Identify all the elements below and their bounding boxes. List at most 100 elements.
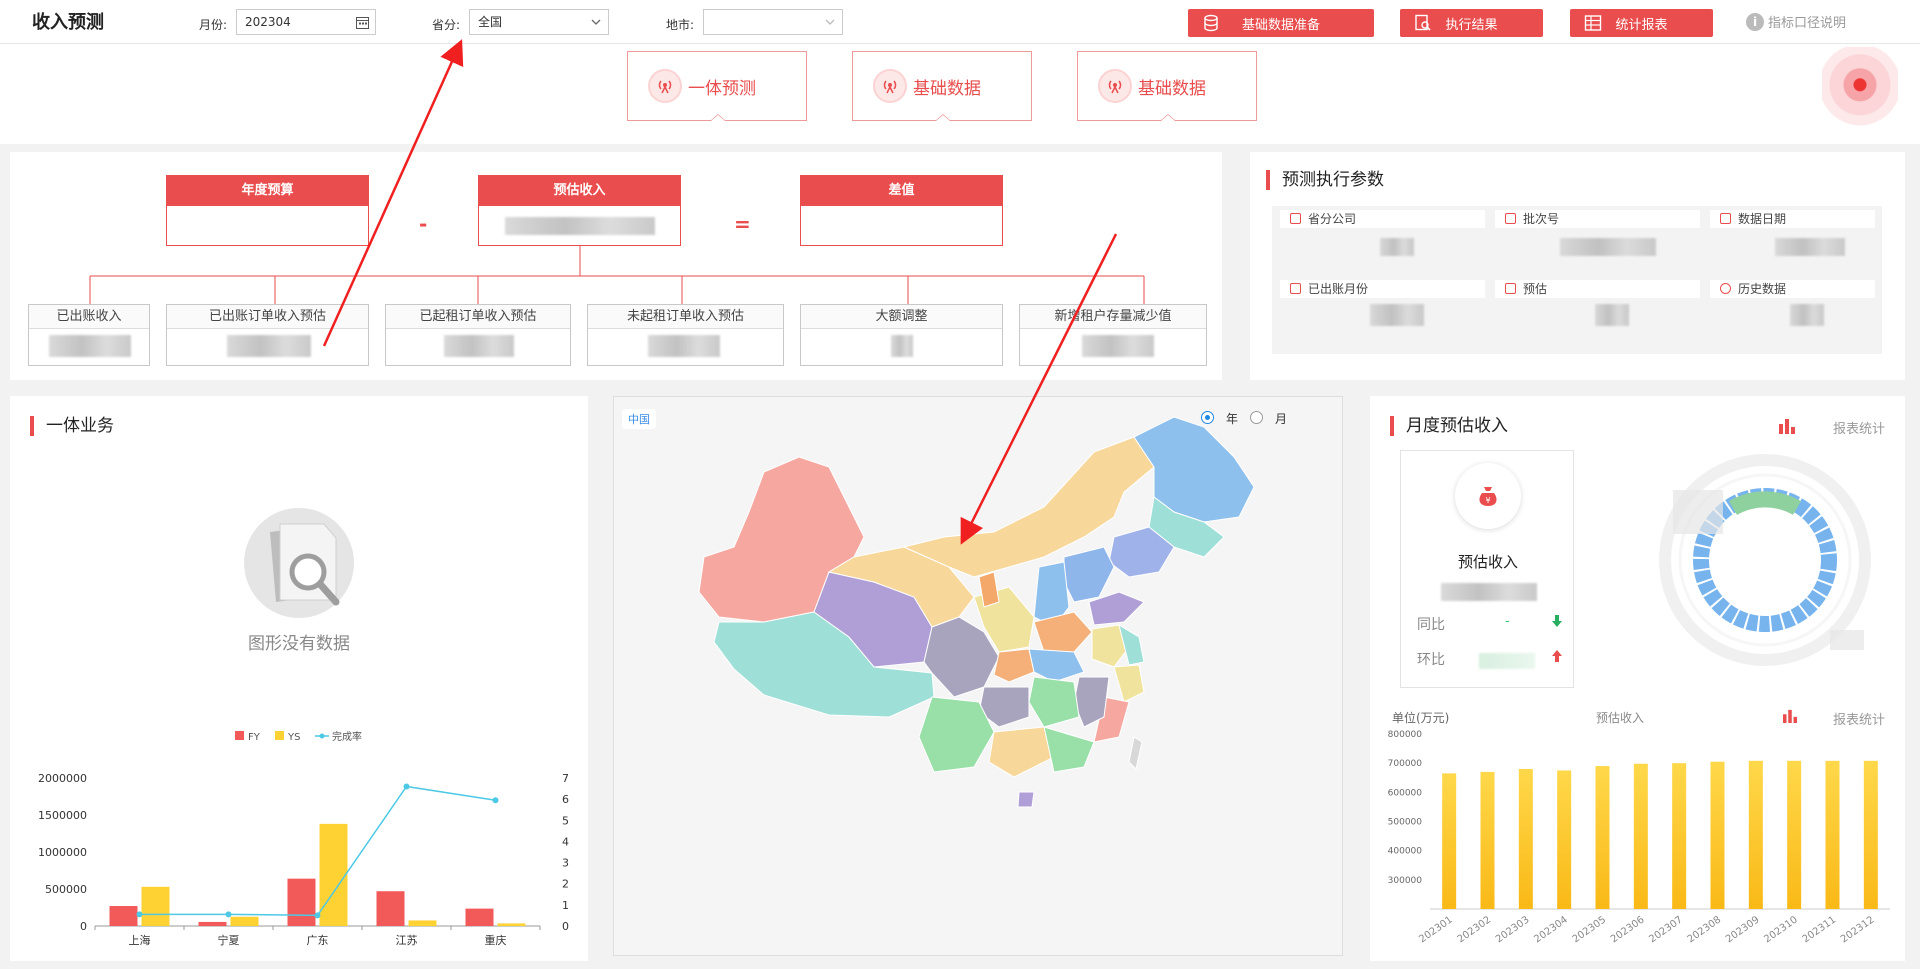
bar-ys [319, 823, 348, 926]
y-tick-label: 2000000 [38, 772, 87, 785]
calendar-icon [1290, 283, 1301, 294]
map-region [1043, 726, 1095, 773]
table-icon [1584, 14, 1602, 32]
param-billed-month: 已出账月份 [1280, 280, 1485, 298]
new-tenant-reduction-box: 新增租户存量减少值 [1019, 304, 1207, 366]
database-icon [1202, 14, 1220, 32]
yoy-value: - [1505, 614, 1510, 629]
rate-point [403, 783, 410, 790]
redacted-value [1441, 583, 1537, 601]
rate-point [492, 797, 499, 804]
redacted-value [1775, 238, 1845, 256]
y2-tick-label: 5 [562, 814, 569, 827]
indicator-help-link[interactable]: i 指标口径说明 [1746, 12, 1846, 31]
month-bar [1557, 770, 1572, 909]
tab-caret [935, 114, 951, 121]
month-bar [1825, 760, 1840, 909]
redacted-value [1370, 304, 1424, 326]
redacted-value [1560, 238, 1656, 256]
x-tick-label: 202303 [1494, 914, 1532, 945]
redacted-value [1082, 335, 1154, 357]
difference-title: 差值 [801, 176, 1002, 206]
month-field[interactable]: 202304 [236, 9, 376, 35]
execution-result-button[interactable]: 执行结果 [1400, 9, 1543, 37]
user-avatar[interactable] [1822, 47, 1898, 131]
donut-chart [1659, 454, 1871, 666]
leased-order-estimate-title: 已起租订单收入预估 [386, 305, 570, 329]
x-tick-label: 202308 [1686, 914, 1724, 945]
forecast-params-panel: 预测执行参数 省分公司 批次号 数据日期 已出账月份 预估 历史数据 [1250, 152, 1905, 380]
top-bar: 收入预测 月份: 202304 省分: 全国 地市: 基础数据准备 执行结果 统… [0, 0, 1920, 44]
bar-ys [408, 920, 437, 926]
redacted-value [227, 335, 311, 357]
annual-budget-box: 年度预算 [166, 175, 369, 246]
redacted-value [1595, 304, 1629, 326]
formula-panel: 年度预算 - 预估收入 = 差值 已出账收入 已出账订单收入预估 已起租订单收入… [10, 152, 1222, 380]
map-region [1113, 664, 1145, 703]
tab-integrated-forecast[interactable]: 一体预测 [627, 51, 807, 121]
city-select[interactable] [703, 9, 843, 35]
redacted-value [49, 335, 131, 357]
annual-budget-title: 年度预算 [167, 176, 368, 206]
tab-label: 基础数据 [913, 78, 981, 99]
unleased-order-estimate-title: 未起租订单收入预估 [588, 305, 783, 329]
statistics-report-button[interactable]: 统计报表 [1570, 9, 1713, 37]
bar-ys [230, 916, 259, 926]
info-icon: i [1746, 12, 1764, 31]
hash-icon [1505, 213, 1516, 224]
x-tick-label: 202309 [1724, 914, 1762, 945]
bar-fy [287, 878, 316, 926]
rate-point [314, 912, 321, 919]
report-stats-link[interactable]: 报表统计 [1833, 418, 1885, 437]
redacted-value [1380, 238, 1414, 256]
svg-text:¥: ¥ [1485, 496, 1490, 505]
billed-order-estimate-box: 已出账订单收入预估 [166, 304, 369, 366]
y-tick-label: 0 [80, 920, 87, 933]
radar-icon [648, 69, 682, 103]
map-region [1063, 546, 1115, 603]
tab-basic-data-2[interactable]: 基础数据 [1077, 51, 1257, 121]
y-tick-label: 800000 [1388, 730, 1423, 740]
month-bar [1518, 769, 1533, 909]
redacted-value [505, 217, 655, 235]
param-history-data: 历史数据 [1710, 280, 1875, 298]
x-tick-label: 宁夏 [218, 933, 240, 947]
y2-tick-label: 4 [562, 835, 569, 848]
y2-tick-label: 0 [562, 920, 569, 933]
param-province-company: 省分公司 [1280, 210, 1485, 228]
chevron-down-icon [824, 10, 836, 36]
x-tick-label: 江苏 [396, 934, 418, 947]
param-estimate: 预估 [1495, 280, 1700, 298]
billed-order-estimate-title: 已出账订单收入预估 [167, 305, 368, 329]
china-map[interactable] [614, 397, 1344, 957]
rate-point [225, 911, 232, 918]
y2-tick-label: 2 [562, 878, 569, 891]
province-select[interactable]: 全国 [469, 9, 609, 35]
x-tick-label: 202305 [1571, 914, 1609, 945]
basic-data-prep-button[interactable]: 基础数据准备 [1188, 9, 1374, 37]
bar-fy [109, 906, 138, 926]
city-label: 地市: [666, 18, 695, 32]
estimated-revenue-card: ¥ 预估收入 同比 - 环比 [1400, 450, 1574, 688]
no-data-illustration-icon [240, 504, 358, 622]
radar-icon [1098, 69, 1132, 103]
new-tenant-reduction-title: 新增租户存量减少值 [1020, 305, 1206, 329]
map-region [1128, 736, 1143, 770]
tab-label: 一体预测 [688, 78, 756, 99]
map-region [1028, 676, 1080, 728]
equals-operator: = [734, 212, 751, 236]
y2-tick-label: 7 [562, 772, 569, 785]
rate-line [139, 785, 496, 917]
basic-data-prep-label: 基础数据准备 [1241, 17, 1320, 33]
calendar-icon[interactable] [356, 10, 369, 37]
bar-ys [141, 886, 170, 926]
y-tick-label: 500000 [1388, 818, 1423, 828]
y-tick-label: 300000 [1388, 876, 1423, 886]
bar-chart-icon[interactable] [1778, 418, 1796, 437]
large-adjustment-title: 大额调整 [801, 305, 1002, 329]
map-region [993, 648, 1035, 683]
radar-icon [873, 69, 907, 103]
tab-caret [710, 114, 726, 121]
difference-box: 差值 [800, 175, 1003, 246]
tab-basic-data-1[interactable]: 基础数据 [852, 51, 1032, 121]
